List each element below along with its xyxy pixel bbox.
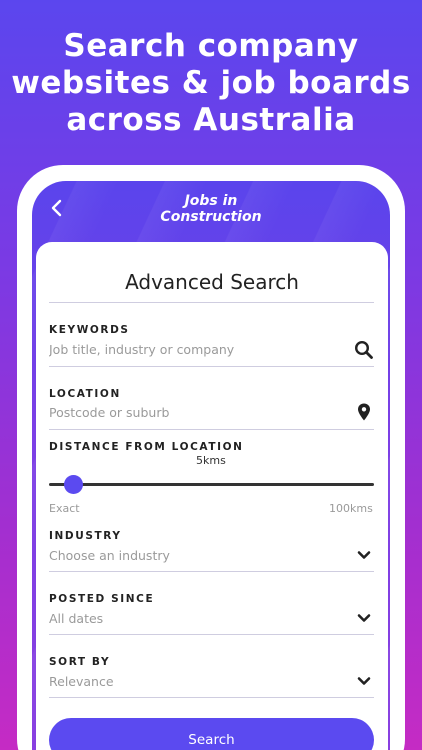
sort-by-label: SORT BY xyxy=(49,656,111,668)
distance-slider-track[interactable] xyxy=(49,483,374,486)
search-icon[interactable] xyxy=(354,340,374,360)
chevron-down-icon[interactable] xyxy=(354,671,374,691)
location-label: LOCATION xyxy=(49,388,121,400)
distance-slider-thumb[interactable] xyxy=(64,475,83,494)
headline-line-2: websites & job boards xyxy=(11,65,411,101)
map-pin-icon[interactable] xyxy=(354,402,374,422)
headline-line-3: across Australia xyxy=(66,102,356,138)
sort-by-select[interactable]: Relevance xyxy=(49,674,339,689)
posted-since-label: POSTED SINCE xyxy=(49,593,155,605)
chevron-down-icon[interactable] xyxy=(354,545,374,565)
industry-select[interactable]: Choose an industry xyxy=(49,548,339,563)
chevron-down-icon[interactable] xyxy=(354,608,374,628)
page-title: Advanced Search xyxy=(125,270,299,294)
posted-since-underline xyxy=(49,634,374,635)
search-button[interactable]: Search xyxy=(49,718,374,750)
app-logo: Jobs in Construction xyxy=(32,193,390,225)
distance-max-label: 100kms xyxy=(329,502,373,515)
keywords-input[interactable] xyxy=(49,342,339,357)
advanced-search-card: Advanced Search KEYWORDS LOCATION DISTAN… xyxy=(36,242,388,750)
distance-min-label: Exact xyxy=(49,502,80,515)
location-input[interactable] xyxy=(49,405,339,420)
promo-headline: Search company websites & job boards acr… xyxy=(0,28,422,139)
keywords-underline xyxy=(49,366,374,367)
distance-value: 5kms xyxy=(196,454,226,467)
logo-line-2: Construction xyxy=(160,209,262,225)
distance-label: DISTANCE FROM LOCATION xyxy=(49,441,244,453)
industry-underline xyxy=(49,571,374,572)
headline-line-1: Search company xyxy=(63,28,359,64)
sort-by-underline xyxy=(49,697,374,698)
posted-since-select[interactable]: All dates xyxy=(49,611,339,626)
keywords-label: KEYWORDS xyxy=(49,324,130,336)
logo-line-1: Jobs in xyxy=(184,193,238,209)
industry-label: INDUSTRY xyxy=(49,530,122,542)
location-underline xyxy=(49,429,374,430)
title-divider xyxy=(49,302,374,303)
